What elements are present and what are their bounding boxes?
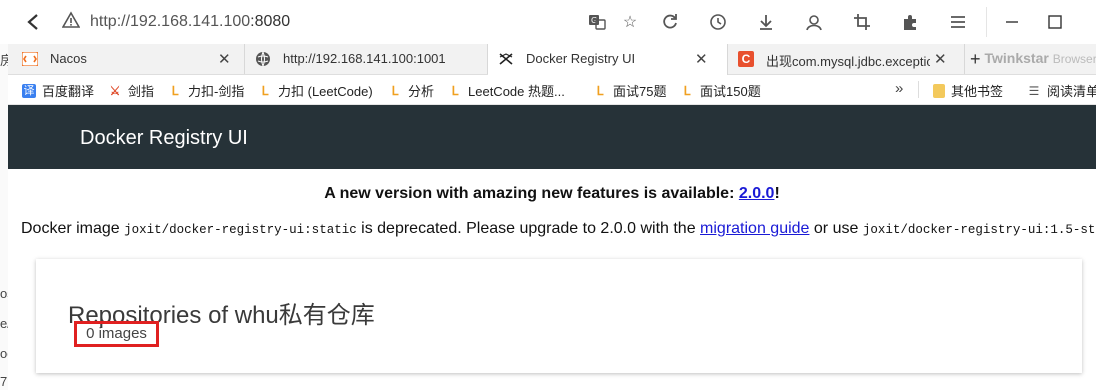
bookmark-item[interactable]: ⚔ 剑指: [108, 81, 154, 100]
leetcode-icon: ᒪ: [596, 83, 604, 98]
new-tab-button[interactable]: + Twinkstar Browser: [970, 49, 1096, 70]
leetcode-icon: ᒪ: [171, 83, 179, 98]
account-icon[interactable]: [803, 11, 825, 33]
tab-label: 出现com.mysql.jdbc.exceptic: [766, 54, 930, 69]
version-link[interactable]: 2.0.0: [739, 185, 775, 202]
history-icon[interactable]: [707, 11, 729, 33]
maximize-icon: [1048, 15, 1062, 29]
clipped-text: e/: [0, 316, 8, 331]
download-icon[interactable]: [755, 11, 777, 33]
csdn-icon: C: [738, 51, 754, 67]
tab-label: Docker Registry UI: [526, 51, 636, 66]
back-button[interactable]: [18, 7, 48, 37]
tab-nacos[interactable]: Nacos ✕: [12, 44, 245, 74]
warning-icon: [61, 11, 81, 34]
reload-icon[interactable]: [659, 11, 681, 33]
crop-icon[interactable]: [851, 11, 873, 33]
bookmark-item[interactable]: ᒪ 分析: [388, 81, 434, 100]
reading-list-icon: ☰: [1028, 83, 1040, 98]
translate-icon: 译: [22, 83, 36, 98]
image-count-highlight: 0 images: [74, 321, 159, 347]
bookmark-label: 面试75题: [613, 84, 667, 99]
clipped-text: og: [0, 346, 8, 361]
close-tab-icon[interactable]: ✕: [934, 50, 947, 68]
swords-icon: ⚔: [109, 83, 121, 98]
deprecation-notice: Docker image joxit/docker-registry-ui:st…: [21, 220, 1096, 238]
leetcode-icon: ᒪ: [261, 83, 269, 98]
bookmark-label: 其他书签: [951, 84, 1004, 99]
minimize-icon: [1006, 21, 1018, 23]
reading-list[interactable]: ☰ 阅读清单: [1027, 81, 1096, 100]
deprecated-image-name: joxit/docker-registry-ui:static: [124, 223, 357, 237]
bookmark-separator: [918, 81, 919, 98]
folder-icon: [933, 83, 945, 98]
bookmark-item[interactable]: ᒪ 力扣 (LeetCode): [258, 81, 373, 100]
url-port: :8080: [250, 13, 291, 30]
bookmark-item[interactable]: ᒪ 力扣-剑指: [168, 81, 245, 100]
bookmark-label: 剑指: [128, 84, 155, 99]
app-header: Docker Registry UI: [8, 105, 1096, 169]
leetcode-icon: ᒪ: [451, 83, 459, 98]
tab-docker-registry-ui[interactable]: Docker Registry UI ✕: [488, 44, 728, 75]
notice-end: !: [774, 185, 780, 202]
deprecation-prefix: Docker image: [21, 220, 125, 237]
nacos-icon: [22, 51, 38, 67]
bookmark-item[interactable]: ᒪ 面试75题: [593, 81, 667, 100]
clipped-text: 房: [0, 53, 8, 68]
globe-icon: [255, 51, 271, 67]
translate-page-icon[interactable]: G: [586, 11, 608, 33]
menu-icon[interactable]: [947, 11, 969, 33]
bookmark-item[interactable]: 译百度翻译: [22, 81, 94, 100]
tab-label: http://192.168.141.100:1001: [283, 51, 446, 66]
bookmark-item[interactable]: ᒪ 面试150题: [680, 81, 761, 100]
image-count: 0 images: [86, 325, 147, 342]
leetcode-icon: ᒪ: [391, 83, 399, 98]
bookmark-label: 阅读清单: [1047, 84, 1096, 99]
url-host: http://192.168.141.100: [90, 13, 251, 30]
bookmark-label: LeetCode 热题...: [468, 84, 565, 99]
tab-csdn[interactable]: C 出现com.mysql.jdbc.exceptic ✕: [728, 44, 965, 74]
repositories-card: Repositories of whu私有仓库 0 images: [36, 259, 1082, 373]
address-bar[interactable]: http://192.168.141.100:8080 G ☆: [56, 7, 987, 37]
extensions-icon[interactable]: [899, 11, 921, 33]
tab-label: Nacos: [50, 51, 87, 66]
close-tab-icon[interactable]: ✕: [695, 50, 708, 68]
maximize-button[interactable]: [1040, 7, 1070, 37]
migration-guide-link[interactable]: migration guide: [700, 220, 809, 237]
bookmark-item[interactable]: ᒪ LeetCode 热题...: [448, 81, 565, 100]
app-title[interactable]: Docker Registry UI: [80, 127, 248, 150]
browser-brand-suffix: Browser: [1052, 52, 1096, 66]
docker-icon: [498, 51, 514, 67]
bookmarks-bar: 译百度翻译 ⚔ 剑指 ᒪ 力扣-剑指 ᒪ 力扣 (LeetCode) ᒪ 分析 ᒪ Lee…: [0, 75, 1096, 105]
back-arrow-icon: [27, 14, 38, 30]
bookmark-label: 分析: [408, 84, 435, 99]
notice-text: A new version with amazing new features …: [324, 185, 739, 202]
star-icon[interactable]: ☆: [619, 11, 641, 33]
page-viewport: Docker Registry UI A new version with am…: [8, 105, 1096, 390]
chevron-double-right-icon[interactable]: »: [895, 80, 903, 97]
bookmark-label: 百度翻译: [42, 84, 95, 99]
tab-registry-api[interactable]: http://192.168.141.100:1001: [245, 44, 488, 74]
bookmark-label: 力扣 (LeetCode): [278, 84, 373, 99]
bookmark-label: 面试150题: [700, 84, 761, 99]
deprecation-middle: is deprecated. Please upgrade to 2.0.0 w…: [356, 220, 701, 237]
plus-icon: +: [970, 49, 981, 69]
alternative-image-name: joxit/docker-registry-ui:1.5-static.: [862, 223, 1096, 237]
tab-strip: Nacos ✕ http://192.168.141.100:1001 Dock…: [0, 44, 1096, 75]
browser-brand: Twinkstar: [984, 50, 1049, 66]
url-text: http://192.168.141.100:8080: [90, 13, 290, 31]
close-tab-icon[interactable]: ✕: [218, 50, 231, 68]
bookmark-label: 力扣-剑指: [188, 84, 245, 99]
new-version-notice: A new version with amazing new features …: [8, 185, 1096, 203]
minimize-button[interactable]: [997, 7, 1027, 37]
bookmark-folder-other[interactable]: 其他书签: [933, 81, 1003, 100]
clipped-text: 7: [0, 374, 8, 389]
deprecation-suffix: or use: [809, 220, 863, 237]
browser-toolbar: http://192.168.141.100:8080 G ☆: [0, 0, 1096, 45]
clipped-text: os: [0, 286, 8, 301]
background-window-strip: 房 os e/ og 7: [0, 44, 8, 390]
leetcode-icon: ᒪ: [683, 83, 691, 98]
